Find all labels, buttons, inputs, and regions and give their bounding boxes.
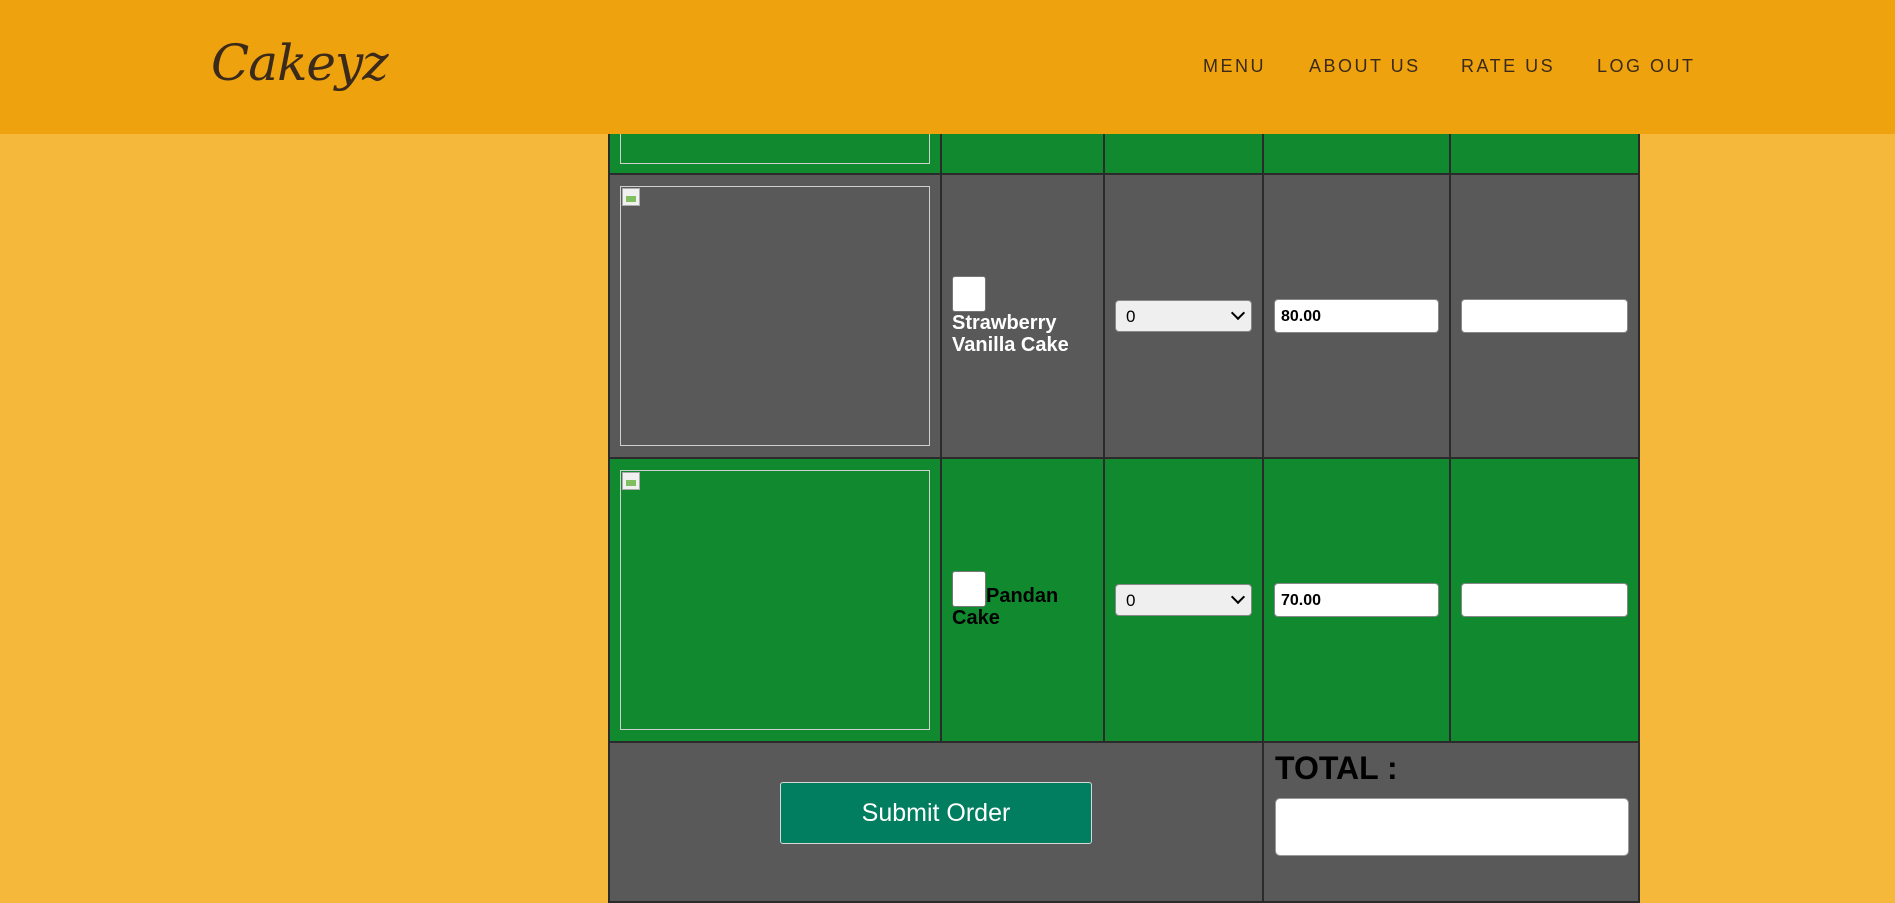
price-field[interactable]: 70.00 <box>1274 583 1439 617</box>
quantity-value: 0 <box>1126 307 1136 326</box>
product-name-cell: Pandan Cake <box>940 457 1105 743</box>
quantity-select[interactable]: 0 <box>1115 300 1252 332</box>
quantity-cell: 0 <box>1103 457 1264 743</box>
subtotal-cell <box>1449 457 1640 743</box>
product-image <box>620 470 930 730</box>
total-label: TOTAL : <box>1275 750 1398 786</box>
order-table: Strawberry Vanilla Cake 0 80.00 Pandan C… <box>608 40 1640 903</box>
subtotal-cell <box>1449 173 1640 459</box>
product-name-cell: Strawberry Vanilla Cake <box>940 173 1105 459</box>
product-name: Strawberry Vanilla Cake <box>952 312 1069 356</box>
product-image-cell <box>608 173 942 459</box>
product-image <box>620 186 930 446</box>
quantity-cell: 0 <box>1103 173 1264 459</box>
price-cell: 70.00 <box>1262 457 1451 743</box>
quantity-value: 0 <box>1126 591 1136 610</box>
product-checkbox[interactable] <box>952 571 986 607</box>
product-checkbox[interactable] <box>952 276 986 312</box>
chevron-down-icon <box>1230 305 1246 321</box>
subtotal-field[interactable] <box>1461 299 1628 333</box>
nav-rate-us[interactable]: RATE US <box>1461 56 1555 77</box>
quantity-select[interactable]: 0 <box>1115 584 1252 616</box>
chevron-down-icon <box>1230 589 1246 605</box>
submit-order-button[interactable]: Submit Order <box>780 782 1092 844</box>
site-header: Cakeyz MENU ABOUT US RATE US LOG OUT <box>0 0 1895 134</box>
table-row: Strawberry Vanilla Cake 0 80.00 <box>608 173 1640 459</box>
broken-image-icon <box>622 188 640 206</box>
broken-image-icon <box>622 472 640 490</box>
nav-log-out[interactable]: LOG OUT <box>1597 56 1696 77</box>
site-logo[interactable]: Cakeyz <box>211 34 389 92</box>
subtotal-field[interactable] <box>1461 583 1628 617</box>
nav-menu[interactable]: MENU <box>1203 56 1266 77</box>
price-field[interactable]: 80.00 <box>1274 299 1439 333</box>
table-row: Pandan Cake 0 70.00 <box>608 457 1640 743</box>
product-image-cell <box>608 457 942 743</box>
price-cell: 80.00 <box>1262 173 1451 459</box>
total-field[interactable] <box>1275 798 1629 856</box>
nav-about-us[interactable]: ABOUT US <box>1309 56 1421 77</box>
